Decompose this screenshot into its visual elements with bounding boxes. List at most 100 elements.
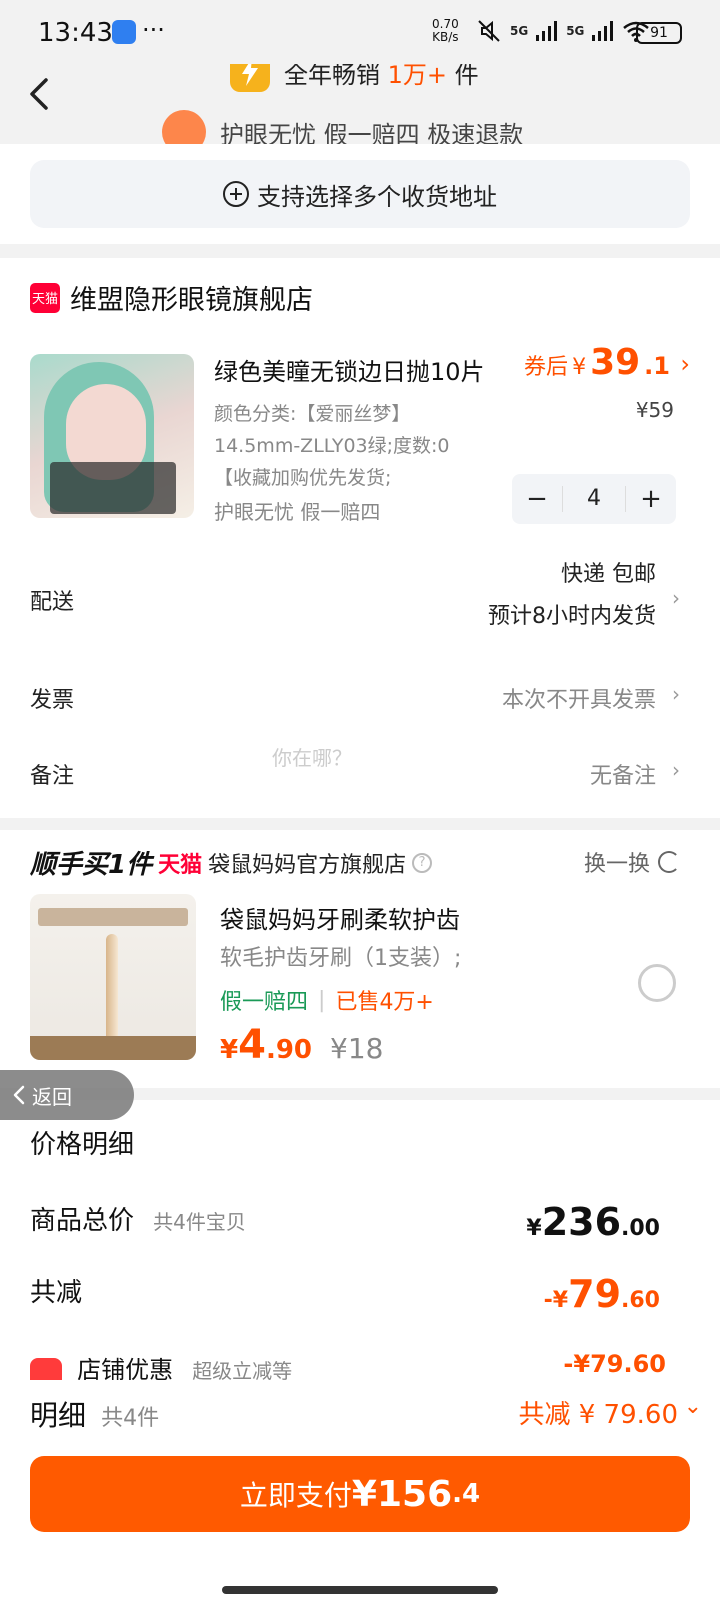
product-image[interactable] bbox=[30, 354, 194, 518]
coupon-prefix: 券后 bbox=[524, 355, 569, 380]
signal-5g-label-1: 5G bbox=[510, 24, 529, 38]
floating-back-button[interactable]: 返回 bbox=[0, 1070, 134, 1120]
addon-tag-separator: | bbox=[318, 987, 326, 1013]
refresh-icon bbox=[658, 851, 680, 873]
promo1-prefix: 全年畅销 bbox=[284, 60, 380, 89]
tmall-badge: 天猫 bbox=[30, 282, 60, 313]
bottom-summary-bar: 明细 共4件 共减 ¥ 79.60 ⌄ 立即支付 ¥156.4 bbox=[0, 1380, 720, 1600]
addon-price-currency: ¥ bbox=[220, 1035, 239, 1065]
addon-price-int: 4 bbox=[238, 1022, 266, 1068]
shop-order-card: 天猫 维盟隐形眼镜旗舰店 绿色美瞳无锁边日抛10片 券后 ¥ 39.1 › 颜色… bbox=[0, 258, 720, 818]
app-notification-icon bbox=[112, 20, 136, 44]
spec-line-1: 颜色分类:【爱丽丝梦】 bbox=[214, 403, 411, 425]
coupon-currency: ¥ bbox=[572, 355, 587, 380]
pay-label: 立即支付 bbox=[239, 1479, 352, 1512]
pay-now-button[interactable]: 立即支付 ¥156.4 bbox=[30, 1456, 690, 1532]
coupon-int: 39 bbox=[590, 342, 641, 383]
quantity-value[interactable]: 4 bbox=[562, 486, 626, 512]
summary-detail[interactable]: 明细 共4件 bbox=[30, 1394, 159, 1434]
spec-line-2: 14.5mm-ZLLY03绿;度数:0 bbox=[214, 435, 450, 457]
addon-image-footer bbox=[30, 1036, 196, 1060]
shop-header[interactable]: 天猫 维盟隐形眼镜旗舰店 bbox=[30, 278, 313, 317]
promo1-highlight: 1万+ bbox=[387, 60, 448, 89]
coupon-chevron-icon[interactable]: › bbox=[680, 350, 690, 378]
addon-tmall-label: 天猫 bbox=[158, 852, 203, 878]
signal-5g-label-2: 5G bbox=[566, 24, 585, 38]
shipping-label: 配送 bbox=[30, 590, 75, 615]
back-arrow-icon[interactable] bbox=[20, 74, 60, 114]
shipping-method: 快递 包邮 bbox=[561, 562, 656, 587]
promo-guarantee: 护眼无忧 假一赔四 极速退款 bbox=[162, 110, 523, 144]
reduction-label: 共减 bbox=[30, 1278, 83, 1308]
network-speed: 0.70 KB/s bbox=[432, 18, 459, 44]
status-bar: 13:43 ··· 0.70 KB/s 5G 5G 91 bbox=[0, 0, 720, 64]
addon-select-radio[interactable] bbox=[638, 964, 676, 1002]
signal-icons: 5G 5G bbox=[476, 18, 650, 44]
reduction-value: -¥ 79.60 bbox=[544, 1272, 660, 1316]
chevron-right-icon: › bbox=[672, 586, 680, 610]
addon-card: 顺手买1件 天猫 袋鼠妈妈官方旗舰店 ? 换一换 袋鼠妈妈牙刷柔软护齿 软毛护齿… bbox=[0, 830, 720, 1088]
shop-name: 维盟隐形眼镜旗舰店 bbox=[70, 285, 313, 316]
chevron-right-icon: › bbox=[672, 682, 680, 706]
coupon-dec: .1 bbox=[644, 352, 670, 380]
quantity-minus-button[interactable]: − bbox=[512, 484, 562, 514]
addon-brand: 顺手买1件 bbox=[30, 850, 153, 880]
addon-spec: 软毛护齿牙刷（1支装）; bbox=[220, 946, 462, 971]
addon-price: ¥4.90 bbox=[220, 1022, 312, 1068]
reduction-currency: -¥ bbox=[543, 1288, 569, 1313]
home-indicator[interactable] bbox=[222, 1586, 498, 1594]
coupon-price[interactable]: 券后 ¥ 39.1 bbox=[524, 342, 670, 383]
original-price: ¥59 bbox=[635, 398, 674, 422]
shipping-eta: 预计8小时内发货 bbox=[488, 604, 656, 629]
note-value: 无备注 bbox=[589, 764, 656, 789]
addon-tags: 假一赔四 | 已售4万+ bbox=[220, 984, 434, 1016]
addon-product-image[interactable] bbox=[30, 894, 196, 1060]
battery-icon: 91 bbox=[636, 22, 682, 44]
total-price-sub: 共4件宝贝 bbox=[153, 1210, 246, 1234]
price-detail-title: 价格明细 bbox=[30, 1130, 135, 1160]
addon-image-banner bbox=[38, 908, 188, 926]
addon-title[interactable]: 袋鼠妈妈牙刷柔软护齿 bbox=[220, 900, 460, 935]
mute-icon bbox=[478, 20, 500, 42]
addon-header: 顺手买1件 天猫 袋鼠妈妈官方旗舰店 ? bbox=[30, 844, 433, 881]
reduction-dec: .60 bbox=[621, 1288, 660, 1313]
summary-count: 共4件 bbox=[101, 1406, 160, 1431]
swap-button[interactable]: 换一换 bbox=[584, 846, 680, 878]
shipping-row[interactable]: 配送 快递 包邮 预计8小时内发货 › bbox=[30, 556, 680, 636]
total-int: 236 bbox=[541, 1200, 622, 1244]
signal-bars-icon-2 bbox=[592, 21, 614, 41]
total-dec: .00 bbox=[621, 1216, 660, 1241]
product-spec[interactable]: 颜色分类:【爱丽丝梦】 14.5mm-ZLLY03绿;度数:0 【收藏加购优先发… bbox=[214, 398, 514, 494]
status-time: 13:43 bbox=[38, 18, 113, 48]
addon-tag-guarantee: 假一赔四 bbox=[220, 990, 309, 1015]
ghost-hint-text: 你在哪？ bbox=[272, 746, 352, 770]
note-label: 备注 bbox=[30, 764, 75, 789]
help-icon[interactable]: ? bbox=[412, 852, 433, 873]
address-card: 支持选择多个收货地址 bbox=[0, 144, 720, 244]
toothbrush-graphic bbox=[106, 934, 118, 1044]
addon-shop-name[interactable]: 袋鼠妈妈官方旗舰店 bbox=[208, 847, 406, 879]
invoice-label: 发票 bbox=[30, 688, 75, 713]
quantity-stepper: − 4 + bbox=[512, 474, 676, 524]
total-price-label: 商品总价 bbox=[30, 1206, 135, 1236]
addon-original-price: ¥18 bbox=[330, 1032, 384, 1065]
double-chevron-down-icon[interactable]: ⌄ bbox=[684, 1394, 702, 1419]
chevron-right-icon: › bbox=[672, 758, 680, 782]
addon-price-dec: .90 bbox=[265, 1035, 312, 1065]
floating-back-label: 返回 bbox=[32, 1084, 72, 1109]
net-speed-unit: KB/s bbox=[432, 30, 459, 44]
pay-amount: ¥156 bbox=[351, 1473, 453, 1515]
promo2-text: 护眼无忧 假一赔四 极速退款 bbox=[220, 120, 524, 145]
select-multiple-address-button[interactable]: 支持选择多个收货地址 bbox=[30, 160, 690, 228]
chevron-left-icon bbox=[13, 1085, 25, 1105]
total-price-row: 商品总价 共4件宝贝 ¥236.00 bbox=[30, 1200, 690, 1244]
summary-reduction[interactable]: 共减 ¥ 79.60 bbox=[518, 1394, 678, 1431]
reduction-int: 79 bbox=[568, 1272, 622, 1316]
plus-circle-icon bbox=[223, 181, 249, 207]
more-notifications-icon: ··· bbox=[142, 16, 165, 44]
quantity-plus-button[interactable]: + bbox=[626, 484, 676, 514]
product-title[interactable]: 绿色美瞳无锁边日抛10片 bbox=[214, 352, 485, 387]
address-button-label: 支持选择多个收货地址 bbox=[257, 182, 497, 211]
pay-amount-dec: .4 bbox=[452, 1479, 481, 1509]
swap-label: 换一换 bbox=[583, 852, 650, 877]
